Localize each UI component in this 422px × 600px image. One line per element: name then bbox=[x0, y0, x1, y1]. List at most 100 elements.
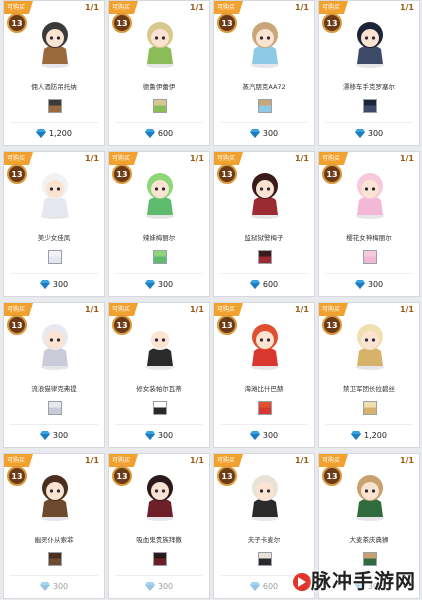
item-thumbnail bbox=[48, 99, 62, 113]
item-card[interactable]: 可购买 1/1 13 修女装帕尔瓦蒂 300 bbox=[108, 302, 210, 448]
item-card[interactable]: 可购买 1/1 13 幽灵仆从索菲 300 bbox=[3, 453, 105, 599]
item-name: 幽灵仆从索菲 bbox=[34, 536, 74, 544]
item-thumbnail bbox=[153, 552, 167, 566]
stock-count: 1/1 bbox=[294, 305, 309, 314]
divider bbox=[10, 122, 98, 123]
price-value: 1,200 bbox=[49, 129, 72, 138]
watermark-logo-icon bbox=[293, 573, 311, 591]
stock-count: 1/1 bbox=[294, 3, 309, 12]
item-card[interactable]: 可购买 1/1 13 佣人酒防吊托纳 1,200 bbox=[3, 0, 105, 146]
price-row: 300 bbox=[109, 280, 209, 289]
diamond-icon bbox=[351, 431, 362, 440]
character-avatar bbox=[146, 475, 174, 521]
price-value: 300 bbox=[262, 129, 279, 138]
level-badge: 13 bbox=[217, 315, 237, 335]
level-badge: 13 bbox=[322, 164, 342, 184]
diamond-icon bbox=[39, 582, 50, 591]
price-value: 300 bbox=[52, 280, 69, 289]
character-avatar bbox=[41, 22, 69, 68]
item-card[interactable]: 可购买 1/1 13 漂移车手克罗塞尔 300 bbox=[318, 0, 420, 146]
character-avatar bbox=[356, 324, 384, 370]
item-card[interactable]: 可购买 1/1 13 吸血鬼贵族拜撒 300 bbox=[108, 453, 210, 599]
price-value: 300 bbox=[157, 582, 174, 591]
character-avatar bbox=[41, 324, 69, 370]
price-value: 300 bbox=[367, 129, 384, 138]
character-avatar bbox=[146, 173, 174, 219]
character-avatar bbox=[251, 324, 279, 370]
item-thumbnail bbox=[153, 99, 167, 113]
purchasable-ribbon: 可购买 bbox=[214, 303, 243, 316]
divider bbox=[220, 273, 308, 274]
stock-count: 1/1 bbox=[294, 154, 309, 163]
item-name: 禁卫军团长拉碧丝 bbox=[343, 385, 395, 393]
price-value: 300 bbox=[52, 431, 69, 440]
divider bbox=[220, 424, 308, 425]
divider bbox=[325, 424, 413, 425]
item-name: 大麦茶庆典狮 bbox=[349, 536, 389, 544]
level-badge: 13 bbox=[7, 315, 27, 335]
level-badge: 13 bbox=[217, 466, 237, 486]
character-avatar bbox=[251, 173, 279, 219]
item-card[interactable]: 可购买 1/1 13 美少女佳凤 300 bbox=[3, 151, 105, 297]
stock-count: 1/1 bbox=[399, 154, 414, 163]
divider bbox=[115, 122, 203, 123]
level-badge: 13 bbox=[322, 13, 342, 33]
item-card[interactable]: 可购买 1/1 13 辣妹梅丽尔 300 bbox=[108, 151, 210, 297]
item-name: 吸血鬼贵族拜撒 bbox=[136, 536, 182, 544]
item-thumbnail bbox=[153, 250, 167, 264]
item-thumbnail bbox=[258, 250, 272, 264]
level-badge: 13 bbox=[112, 466, 132, 486]
character-avatar bbox=[356, 173, 384, 219]
price-value: 600 bbox=[157, 129, 174, 138]
purchasable-ribbon: 可购买 bbox=[319, 152, 348, 165]
price-row: 300 bbox=[319, 129, 419, 138]
item-name: 漂移车手克罗塞尔 bbox=[343, 83, 395, 91]
diamond-icon bbox=[249, 431, 260, 440]
item-thumbnail bbox=[258, 401, 272, 415]
diamond-icon bbox=[249, 582, 260, 591]
level-badge: 13 bbox=[112, 315, 132, 335]
item-card[interactable]: 可购买 1/1 13 德鲁伊蕾伊 600 bbox=[108, 0, 210, 146]
item-card[interactable]: 可购买 1/1 13 流浪猫律克弗提 300 bbox=[3, 302, 105, 448]
item-card[interactable]: 可购买 1/1 13 蒸汽朋克AA72 300 bbox=[213, 0, 315, 146]
item-name: 夫子卡麦尔 bbox=[247, 536, 281, 544]
level-badge: 13 bbox=[112, 13, 132, 33]
level-badge: 13 bbox=[217, 164, 237, 184]
price-value: 300 bbox=[262, 431, 279, 440]
stock-count: 1/1 bbox=[84, 154, 99, 163]
diamond-icon bbox=[39, 431, 50, 440]
item-card[interactable]: 可购买 1/1 13 樱花女神梅丽尔 300 bbox=[318, 151, 420, 297]
diamond-icon bbox=[39, 280, 50, 289]
item-thumbnail bbox=[363, 250, 377, 264]
diamond-icon bbox=[144, 129, 155, 138]
diamond-icon bbox=[36, 129, 47, 138]
divider bbox=[325, 273, 413, 274]
item-name: 流浪猫律克弗提 bbox=[31, 385, 77, 393]
divider bbox=[115, 575, 203, 576]
level-badge: 13 bbox=[322, 315, 342, 335]
price-value: 600 bbox=[262, 582, 279, 591]
stock-count: 1/1 bbox=[189, 154, 204, 163]
item-thumbnail bbox=[363, 401, 377, 415]
item-name: 樱花女神梅丽尔 bbox=[346, 234, 392, 242]
item-card[interactable]: 可购买 1/1 13 海滩比什巴赫 300 bbox=[213, 302, 315, 448]
item-card[interactable]: 可购买 1/1 13 监狱狱警梅子 600 bbox=[213, 151, 315, 297]
stock-count: 1/1 bbox=[189, 3, 204, 12]
price-value: 1,200 bbox=[364, 431, 387, 440]
purchasable-ribbon: 可购买 bbox=[4, 1, 33, 14]
divider bbox=[10, 424, 98, 425]
price-value: 600 bbox=[262, 280, 279, 289]
watermark: 脉冲手游网 bbox=[311, 569, 416, 593]
purchasable-ribbon: 可购买 bbox=[319, 303, 348, 316]
item-thumbnail bbox=[258, 99, 272, 113]
character-avatar bbox=[41, 173, 69, 219]
item-card[interactable]: 可购买 1/1 13 禁卫军团长拉碧丝 1,200 bbox=[318, 302, 420, 448]
divider bbox=[10, 273, 98, 274]
price-row: 1,200 bbox=[4, 129, 104, 138]
purchasable-ribbon: 可购买 bbox=[109, 1, 138, 14]
divider bbox=[220, 122, 308, 123]
item-grid: 可购买 1/1 13 佣人酒防吊托纳 1,200 可购买 1/1 13 德鲁伊蕾… bbox=[3, 0, 420, 600]
price-row: 300 bbox=[4, 280, 104, 289]
stock-count: 1/1 bbox=[189, 305, 204, 314]
item-thumbnail bbox=[363, 99, 377, 113]
